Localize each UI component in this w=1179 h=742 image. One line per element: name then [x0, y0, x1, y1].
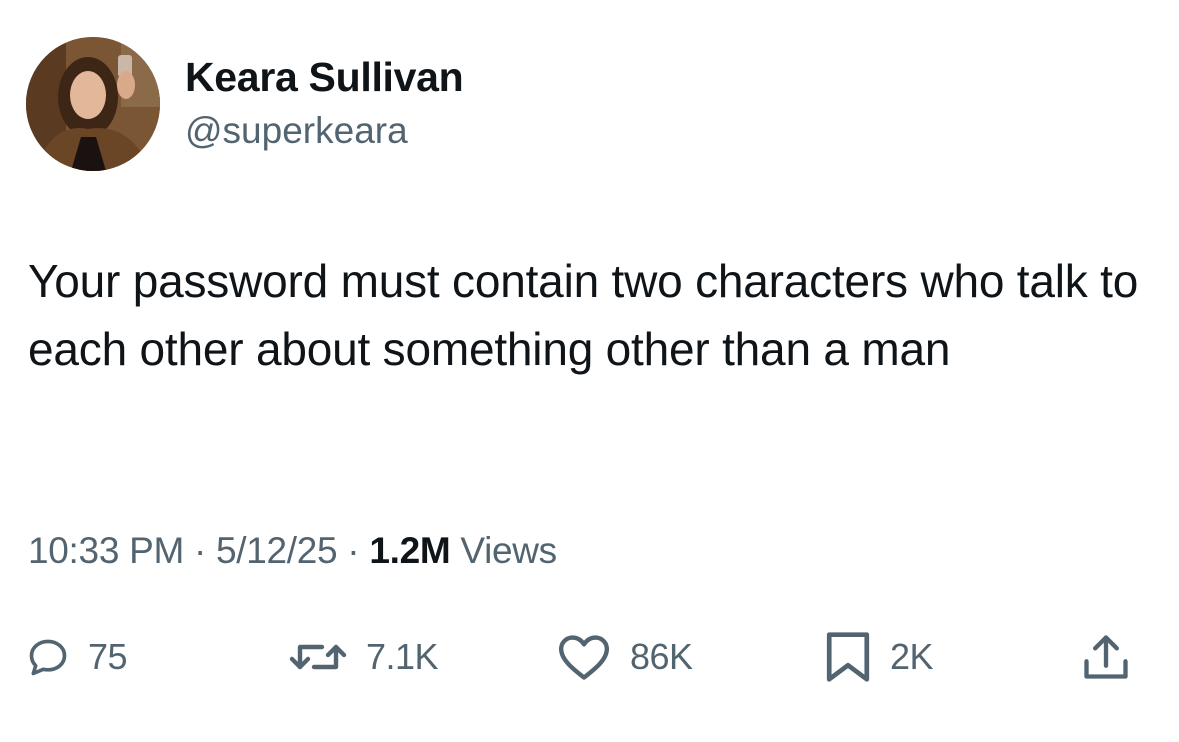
share-button[interactable]	[1080, 622, 1132, 692]
share-icon	[1080, 631, 1132, 683]
repost-icon	[288, 635, 348, 679]
bookmark-button[interactable]: 2K	[824, 622, 934, 692]
like-button[interactable]: 86K	[556, 622, 693, 692]
tweet-date[interactable]: 5/12/25	[216, 530, 338, 571]
tweet-meta: 10:33 PM · 5/12/25 · 1.2M Views	[28, 530, 557, 572]
repost-button[interactable]: 7.1K	[288, 622, 439, 692]
views-count: 1.2M	[369, 530, 451, 571]
views-label: Views	[450, 530, 557, 571]
avatar[interactable]	[26, 37, 160, 171]
tweet-time[interactable]: 10:33 PM	[28, 530, 184, 571]
tweet-actions: 75 7.1K 86K 2K	[0, 622, 1179, 692]
reply-icon	[26, 635, 70, 679]
reply-count: 75	[88, 636, 128, 677]
tweet-card: Keara Sullivan @superkeara Your password…	[0, 0, 1179, 742]
author-handle[interactable]: @superkeara	[185, 110, 408, 152]
tweet-text: Your password must contain two character…	[28, 255, 1139, 375]
like-count: 86K	[630, 636, 693, 677]
bookmark-icon	[824, 630, 872, 684]
reply-button[interactable]: 75	[26, 622, 128, 692]
repost-count: 7.1K	[366, 636, 439, 677]
meta-separator: ·	[337, 530, 370, 571]
bookmark-count: 2K	[890, 636, 934, 677]
meta-separator: ·	[183, 530, 216, 571]
avatar-photo	[26, 37, 160, 171]
heart-icon	[556, 633, 612, 681]
author-display-name[interactable]: Keara Sullivan	[185, 54, 464, 101]
